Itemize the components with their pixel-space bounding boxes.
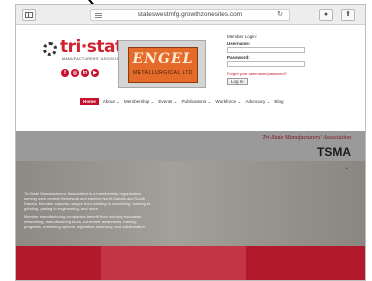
facebook-icon[interactable]: f	[61, 69, 69, 77]
sidebar-toggle-button[interactable]	[22, 9, 36, 21]
engel-logo: ENGEL METALLURGICAL LTD	[128, 47, 198, 83]
site-header: tri·state MANUFACTURERS' ASSOCIATION f ◎…	[16, 25, 365, 131]
reload-icon[interactable]: ↻	[277, 10, 283, 20]
instagram-icon[interactable]: ◎	[71, 69, 79, 77]
login-title: Member Login:	[227, 34, 258, 39]
sponsor-banner[interactable]: ENGEL METALLURGICAL LTD	[118, 40, 206, 88]
engel-name: ENGEL	[132, 51, 194, 67]
hero-text: Tri-State Manufacturers' Association is …	[24, 191, 154, 229]
hero-paragraph-2: Member manufacturing companies benefit f…	[24, 214, 146, 229]
url-text: stateswestmfg.growthzonesites.com	[137, 11, 243, 18]
nav-about[interactable]: About ⌄	[103, 99, 120, 105]
username-label: Username:	[227, 41, 251, 46]
nav-workforce[interactable]: Workforce ⌄	[215, 99, 241, 105]
sidebar-icon	[25, 12, 33, 18]
nav-events[interactable]: Events ⌄	[158, 99, 177, 105]
browser-window: stateswestmfg.growthzonesites.com ↻ ● ⬆ …	[15, 4, 366, 281]
nav-membership[interactable]: Membership ⌄	[124, 99, 154, 105]
hero-paragraph-1: Tri-State Manufacturers' Association is …	[24, 191, 151, 211]
nav-publications[interactable]: Publications ⌄	[181, 99, 211, 105]
browser-toolbar: stateswestmfg.growthzonesites.com ↻ ● ⬆	[16, 5, 365, 25]
password-label: Password:	[227, 55, 250, 60]
social-links: f ◎ in ▶	[61, 69, 99, 77]
main-nav: Home About ⌄ Membership ⌄ Events ⌄ Publi…	[80, 98, 284, 105]
gear-logo-icon	[43, 42, 57, 56]
nav-advocacy[interactable]: Advocacy ⌄	[245, 99, 270, 105]
association-name: Tri-State Manufacturers' Association	[262, 135, 351, 141]
member-login: Member Login: Username: Password: Forgot…	[227, 34, 307, 85]
password-field[interactable]	[227, 61, 305, 67]
association-abbr: TSMA	[317, 145, 351, 159]
chevron-down-icon[interactable]: ⌄	[344, 164, 349, 171]
linkedin-icon[interactable]: in	[81, 69, 89, 77]
screenshot-frame: stateswestmfg.growthzonesites.com ↻ ● ⬆ …	[0, 0, 372, 281]
login-button[interactable]: Log In	[227, 78, 248, 85]
youtube-icon[interactable]: ▶	[91, 69, 99, 77]
engel-subtitle: METALLURGICAL LTD	[132, 70, 194, 76]
nav-home[interactable]: Home	[80, 98, 99, 105]
reader-icon[interactable]	[95, 13, 102, 18]
address-bar[interactable]: stateswestmfg.growthzonesites.com ↻	[90, 9, 290, 21]
nav-blog[interactable]: Blog	[274, 99, 283, 104]
forgot-password-link[interactable]: Forgot your username/password?	[227, 71, 307, 76]
footer-band-center	[101, 246, 246, 280]
footer-band	[16, 246, 365, 280]
share-button[interactable]: ⬆	[341, 9, 355, 21]
extension-button[interactable]: ●	[319, 9, 333, 21]
username-field[interactable]	[227, 47, 305, 53]
hero-section: ⌄ Tri-State Manufacturers' Association i…	[16, 161, 365, 246]
title-band: Tri-State Manufacturers' Association TSM…	[16, 131, 365, 161]
